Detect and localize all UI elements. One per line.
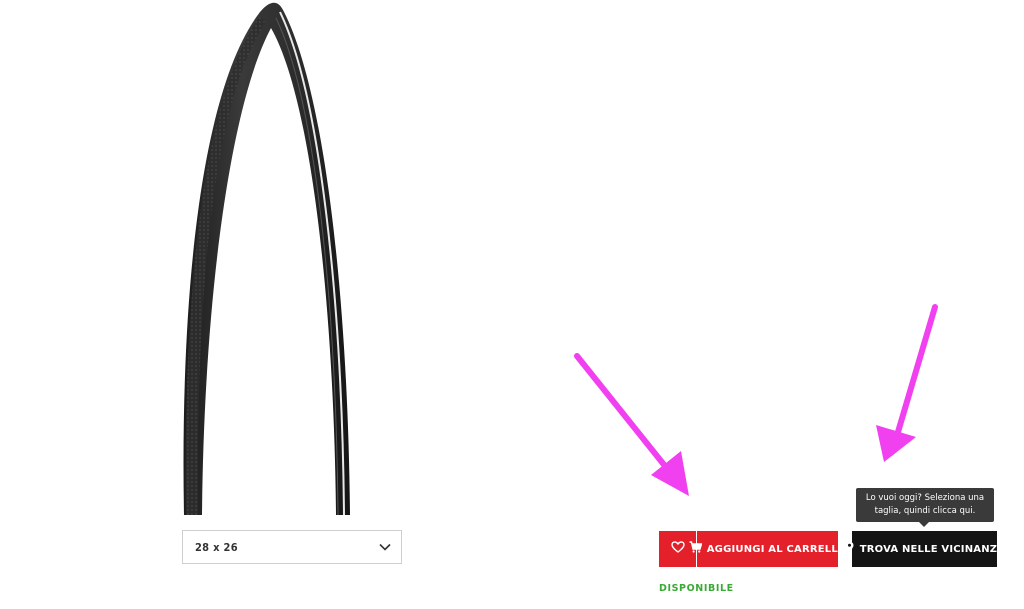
add-to-cart-label: AGGIUNGI AL CARRELLO — [706, 543, 847, 555]
heart-icon — [670, 540, 685, 558]
availability-status: DISPONIBILE — [659, 583, 734, 594]
product-image — [150, 0, 410, 516]
size-select[interactable]: 28 x 26 — [182, 530, 402, 564]
tooltip-arrow — [919, 522, 929, 527]
size-select-value: 28 x 26 — [195, 540, 238, 554]
annotation-arrow-nearby — [876, 304, 938, 462]
annotation-arrow-cart — [574, 353, 689, 496]
chevron-down-icon — [379, 538, 391, 556]
tooltip-line-1: Lo vuoi oggi? Seleziona una — [865, 493, 985, 503]
find-nearby-label: TROVA NELLE VICINANZE — [859, 543, 1005, 555]
find-nearby-button[interactable]: TROVA NELLE VICINANZE — [845, 531, 1004, 567]
tooltip-line-2: taglia, quindi clicca qui. — [874, 506, 976, 516]
shopping-cart-icon — [689, 540, 703, 558]
add-to-cart-button[interactable]: AGGIUNGI AL CARRELLO — [689, 531, 846, 567]
tooltip: Lo vuoi oggi? Seleziona una taglia, quin… — [856, 488, 994, 522]
road-tire-image — [183, 2, 350, 516]
map-pin-icon — [845, 540, 854, 558]
